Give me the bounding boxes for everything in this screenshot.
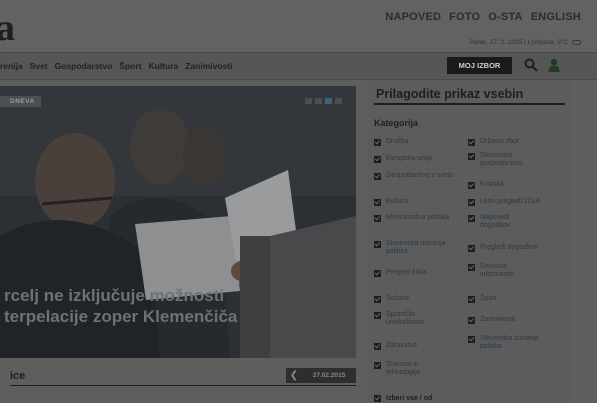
nav-kultura[interactable]: Kultura: [148, 61, 178, 71]
checkbox-icon[interactable]: [468, 296, 475, 303]
site-logo[interactable]: a: [0, 8, 15, 48]
category-checkbox-mednarodna-politika[interactable]: Mednarodna politika: [374, 214, 454, 222]
checkbox-icon[interactable]: [468, 139, 475, 146]
dateline: Petek, 27. 2. 2015 | Ljubljana, 9°C: [470, 39, 581, 46]
search-icon[interactable]: [524, 58, 538, 72]
checkbox-icon[interactable]: [468, 336, 475, 343]
slider-dot-active[interactable]: [325, 98, 332, 104]
site-header: a NAPOVED FOTO O-STA ENGLISH Petek, 27. …: [0, 0, 597, 52]
checkbox-icon[interactable]: [374, 362, 381, 369]
checkbox-icon[interactable]: [374, 296, 381, 303]
checkbox-icon[interactable]: [374, 173, 381, 180]
checkbox-icon[interactable]: [374, 139, 381, 146]
category-checkbox-znanost-in-tehnologija[interactable]: Znanost in tehnologija: [374, 361, 438, 377]
checkbox-icon[interactable]: [468, 264, 475, 271]
checkbox-icon[interactable]: [468, 245, 475, 252]
link-foto[interactable]: FOTO: [449, 11, 480, 23]
category-checkbox-napovedi-dogodkov[interactable]: Napovedi dogodkov: [468, 214, 538, 230]
slider-dot[interactable]: [315, 98, 322, 104]
category-checkbox-drzavni-zbor[interactable]: Državni zbor: [468, 138, 519, 146]
category-checkbox-solstvo[interactable]: Šolstvo: [374, 295, 409, 303]
content-preferences-panel: Prilagodite prikaz vsebin Kategorija Dru…: [366, 80, 571, 403]
date-text: Petek, 27. 2. 2015 |: [469, 39, 526, 46]
link-osta[interactable]: O-STA: [488, 11, 522, 23]
category-checkbox-zdravstvo[interactable]: Zdravstvo: [374, 342, 417, 350]
checkbox-icon[interactable]: [468, 153, 475, 160]
slider-dot[interactable]: [305, 98, 312, 104]
slider-dots: [305, 98, 342, 104]
category-checkbox-slovenska-zunanja-politika[interactable]: Slovenska zunanja politika: [468, 335, 556, 351]
previous-date-button[interactable]: ❮: [286, 368, 302, 383]
category-checkbox-druzba[interactable]: Družba: [374, 138, 409, 146]
nav-zanimivosti[interactable]: Zanimivosti: [185, 61, 232, 71]
category-checkbox-servisne-informacije[interactable]: Servisne informacije: [468, 263, 538, 279]
featured-article[interactable]: DNEVA rcelj ne izključuje možnosti terpe…: [0, 86, 356, 358]
news-ticker-label: DNEVA: [0, 96, 41, 107]
section-divider: [10, 385, 356, 386]
checkbox-icon[interactable]: [374, 312, 381, 319]
checkbox-icon[interactable]: [374, 199, 381, 206]
nav-sport[interactable]: Šport: [119, 61, 141, 71]
category-heading: Kategorija: [374, 118, 419, 128]
slider-dot[interactable]: [335, 98, 342, 104]
date-navigator: ❮ 27.02.2015: [286, 368, 356, 383]
section-date: 27.02.2015: [312, 372, 346, 379]
cloud-icon: [572, 39, 581, 45]
headline-line-2: terpelacije zoper Klemenčiča: [4, 307, 238, 326]
user-icon[interactable]: [548, 58, 560, 72]
nav-gospodarstvo[interactable]: Gospodarstvo: [55, 61, 113, 71]
category-checkbox-gospodarstvo-v-svetu[interactable]: Gospodarstvo v svetu: [374, 172, 460, 180]
checkbox-icon[interactable]: [374, 395, 381, 402]
checkbox-icon[interactable]: [374, 241, 381, 248]
top-links: NAPOVED FOTO O-STA ENGLISH: [385, 11, 581, 23]
panel-title: Prilagodite prikaz vsebin: [376, 87, 524, 101]
link-english[interactable]: ENGLISH: [531, 11, 581, 23]
category-checkbox-pregled-tiska[interactable]: Pregled tiska: [374, 269, 426, 277]
checkbox-icon[interactable]: [374, 215, 381, 222]
category-checkbox-sporocila-urednistvom[interactable]: Sporočila uredništvom: [374, 311, 444, 327]
category-checkbox-kultura[interactable]: Kultura: [374, 198, 408, 206]
checkbox-icon[interactable]: [468, 317, 475, 324]
headline-line-1: rcelj ne izključuje možnosti: [4, 286, 225, 305]
checkbox-icon[interactable]: [468, 182, 475, 189]
checkbox-icon[interactable]: [374, 343, 381, 350]
nav-slovenija[interactable]: renija: [0, 61, 23, 71]
nav-svet[interactable]: Svet: [30, 61, 48, 71]
panel-title-underline: [374, 103, 565, 105]
checkbox-icon[interactable]: [468, 199, 475, 206]
checkbox-icon[interactable]: [374, 270, 381, 277]
category-checkbox-sport[interactable]: Šport: [468, 295, 497, 303]
checkbox-icon[interactable]: [468, 215, 475, 222]
moj-izbor-button[interactable]: MOJ IZBOR: [447, 57, 512, 74]
weather-location[interactable]: Ljubljana, 9°C: [528, 39, 569, 46]
category-checkbox-letni-pregledi[interactable]: Letni pregledi 2014: [468, 198, 540, 206]
category-checkbox-slovenska-notranja-politika[interactable]: Slovenska notranja politika: [374, 240, 468, 256]
category-checkbox-pregledi-dogodkov[interactable]: Pregledi dogodkov: [468, 244, 538, 252]
select-all-checkbox[interactable]: Izberi vse / od: [374, 394, 432, 402]
article-headline[interactable]: rcelj ne izključuje možnosti terpelacije…: [4, 285, 356, 327]
section-title[interactable]: ice: [10, 370, 25, 382]
checkbox-icon[interactable]: [374, 156, 381, 163]
category-checkbox-slovensko-gospodarstvo[interactable]: Slovensko gospodarstvo: [468, 152, 548, 168]
category-checkbox-kronika[interactable]: Kronika: [468, 181, 504, 189]
category-checkbox-evropska-unija[interactable]: Evropska unija: [374, 155, 432, 163]
link-napoved[interactable]: NAPOVED: [385, 11, 441, 23]
category-checkbox-zanimivosti[interactable]: Zanimivosti: [468, 316, 515, 324]
